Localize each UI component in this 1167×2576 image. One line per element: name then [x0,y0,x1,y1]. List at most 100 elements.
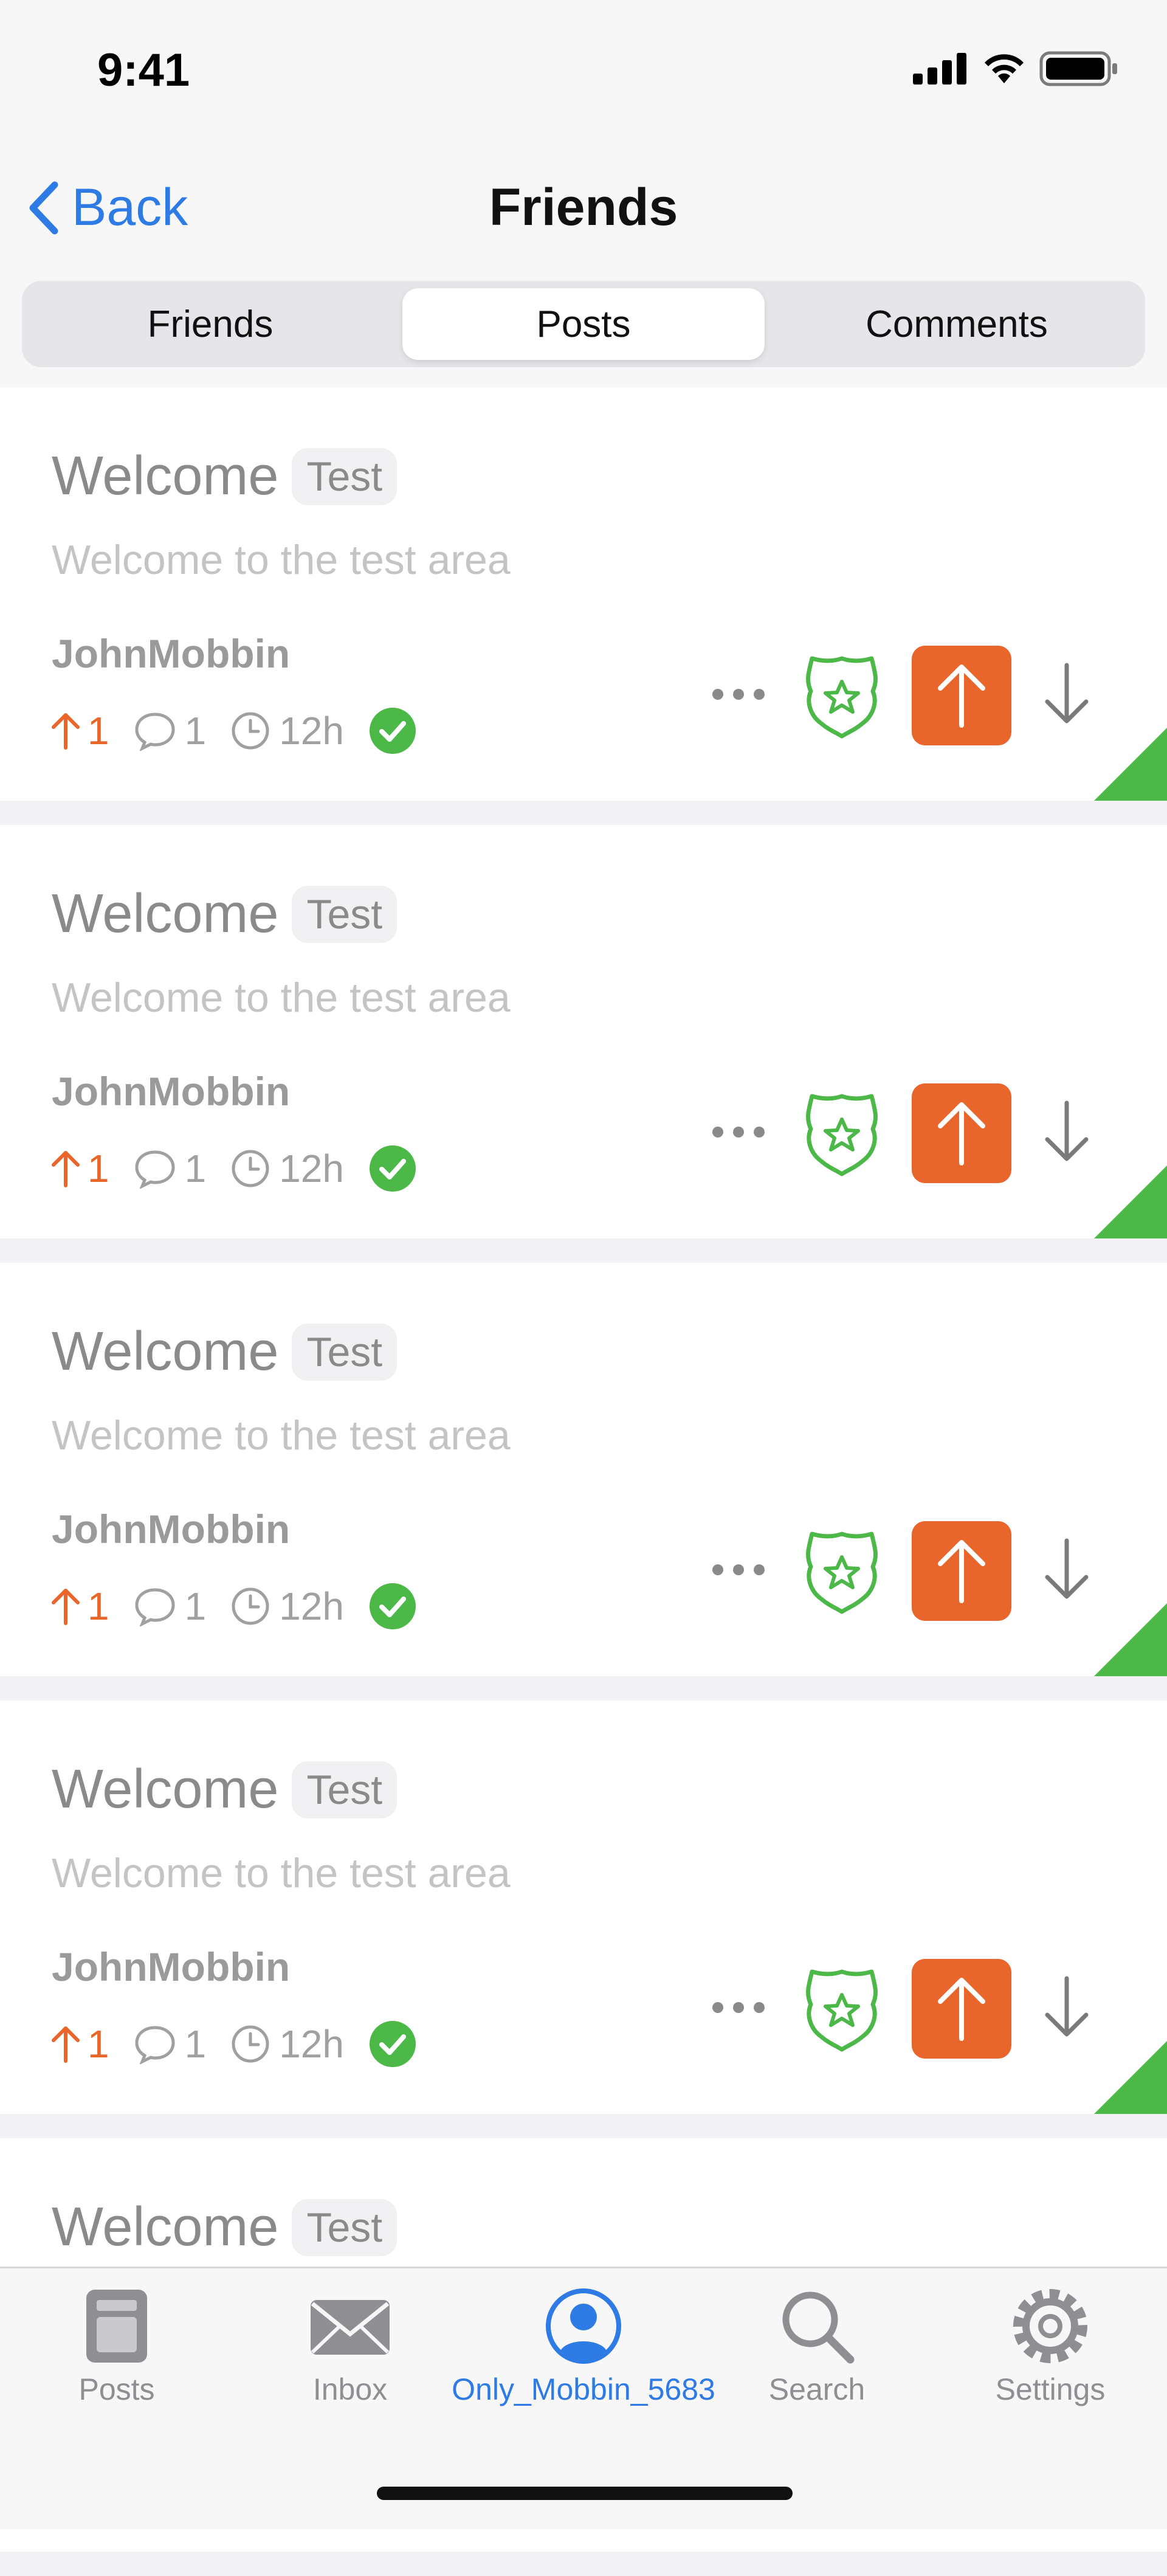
comment-count: 1 [184,1584,207,1628]
inbox-icon [311,2300,390,2355]
arrow-down-icon [1045,663,1089,723]
post-header: Welcome Test [52,2196,398,2259]
score-value: 1 [88,2022,109,2066]
post-comments: 1 [134,708,206,753]
moderator-badge-button[interactable] [802,655,881,743]
upvote-button[interactable] [912,1959,1011,2059]
arrow-up-icon [52,1589,80,1625]
comment-bubble-icon [135,2026,175,2064]
post-age: 12h [230,1146,344,1191]
post-age-value: 12h [279,2022,344,2066]
post-card[interactable]: Welcome Test Welcome to the test area Jo… [0,1701,1167,2114]
post-tag[interactable]: Test [292,2198,398,2256]
post-meta: 1 1 12h [49,706,417,755]
post-title: Welcome [52,2197,279,2257]
more-options-button[interactable] [705,667,772,722]
upvote-button[interactable] [912,1083,1011,1183]
post-author[interactable]: JohnMobbin [52,1944,290,1990]
more-options-button[interactable] [705,1542,772,1597]
post-comments: 1 [134,2022,207,2067]
post-body: Welcome to the test area [52,975,511,1021]
clock-icon [232,712,269,750]
post-age: 12h [230,1584,344,1629]
tab-profile[interactable]: Only_Mobbin_5683 [452,2287,715,2407]
arrow-up-icon [938,1540,985,1603]
post-age-value: 12h [279,1147,344,1190]
moderator-badge-button[interactable] [802,1530,881,1618]
more-dots-icon [712,1564,765,1575]
post-score: 1 [49,1584,109,1629]
clock-icon [232,1587,269,1625]
status-corner-marker [1094,1165,1167,1238]
comment-bubble-icon [135,713,175,751]
check-circle-icon [369,708,416,754]
downvote-button[interactable] [1033,1533,1100,1606]
upvote-button[interactable] [912,1521,1011,1621]
page-title: Friends [489,178,678,237]
score-value: 1 [88,709,109,753]
tab-inbox[interactable]: Inbox [233,2287,467,2407]
status-corner-marker [1094,728,1167,801]
tab-settings[interactable]: Settings [934,2287,1167,2407]
segment-posts[interactable]: Posts [402,288,765,360]
post-actions [705,1956,1106,2059]
post-score: 1 [49,2022,109,2067]
more-options-button[interactable] [705,1105,772,1159]
post-body: Welcome to the test area [52,1412,511,1459]
post-age-value: 12h [279,709,344,753]
moderator-badge-button[interactable] [802,1968,881,2056]
post-tag[interactable]: Test [292,885,398,943]
tab-label: Settings [995,2372,1106,2406]
downvote-button[interactable] [1033,1971,1100,2044]
arrow-up-icon [52,2026,80,2063]
shield-star-icon [806,1969,878,2052]
post-comments: 1 [134,1584,207,1629]
shield-star-icon [806,1094,878,1176]
post-author[interactable]: JohnMobbin [52,1068,290,1114]
downvote-button[interactable] [1033,1096,1100,1169]
post-tag[interactable]: Test [292,1761,398,1818]
post-header: Welcome Test [52,445,398,508]
segment-comments[interactable]: Comments [776,288,1138,360]
post-card[interactable]: Welcome Test Welcome to the test area Jo… [0,1263,1167,1676]
post-card[interactable]: Welcome Test Welcome to the test area Jo… [0,387,1167,801]
battery-icon [1039,51,1117,86]
comment-count: 1 [184,1147,207,1190]
upvote-button[interactable] [912,646,1011,745]
post-age-value: 12h [279,1584,344,1628]
tab-label: Search [768,2372,866,2406]
comment-bubble-icon [135,1150,175,1189]
profile-icon [546,2288,621,2364]
post-header: Welcome Test [52,1321,398,1383]
post-title: Welcome [52,446,279,506]
status-corner-marker [1094,2041,1167,2114]
comment-bubble-icon [135,1588,175,1626]
shield-star-icon [806,656,878,739]
search-icon [782,2291,855,2364]
moderator-badge-button[interactable] [802,1093,881,1181]
tab-search[interactable]: Search [700,2287,934,2407]
post-author[interactable]: JohnMobbin [52,1506,290,1552]
arrow-up-icon [52,1151,80,1187]
tab-posts[interactable]: Posts [0,2287,233,2407]
post-actions [705,643,1106,746]
post-card[interactable]: Welcome Test Welcome to the test area Jo… [0,825,1167,1238]
post-header: Welcome Test [52,883,398,945]
navigation-bar: Back Friends [0,140,1167,277]
post-tag[interactable]: Test [292,1323,398,1381]
comment-count: 1 [184,2022,207,2066]
arrow-up-icon [52,713,80,750]
segment-friends[interactable]: Friends [29,288,391,360]
post-actions [705,1080,1106,1184]
post-meta: 1 1 12h [49,1582,417,1631]
downvote-button[interactable] [1033,658,1100,731]
post-age: 12h [230,2022,344,2067]
more-options-button[interactable] [705,1980,772,2035]
posts-icon [86,2290,147,2363]
post-tag[interactable]: Test [292,447,398,505]
status-icons [913,51,1118,86]
post-author[interactable]: JohnMobbin [52,630,290,677]
score-value: 1 [88,1584,109,1628]
arrow-up-icon [938,665,985,728]
arrow-up-icon [938,1978,985,2041]
